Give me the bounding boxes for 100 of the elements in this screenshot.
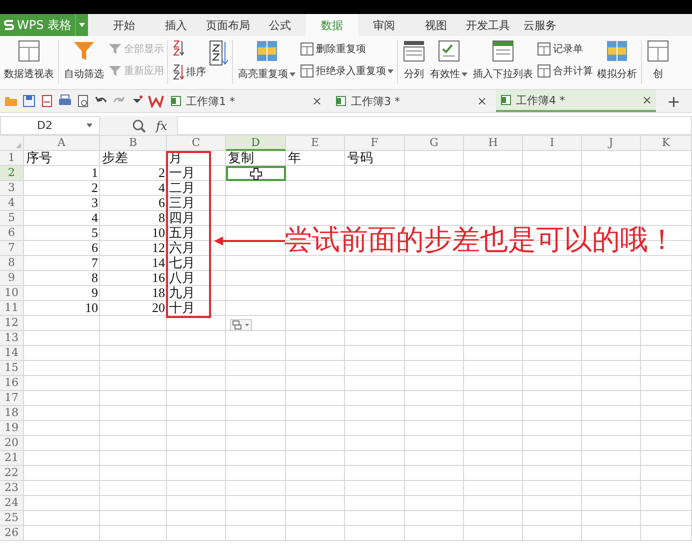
column-header[interactable]: D: [226, 136, 286, 151]
table-cell[interactable]: 2: [92, 181, 98, 195]
menu-tab[interactable]: 云服务: [514, 14, 566, 36]
selected-cell[interactable]: [226, 166, 286, 181]
row-header[interactable]: 24: [0, 496, 24, 511]
ribbon-button[interactable]: 分列: [402, 40, 426, 81]
row-header[interactable]: 10: [0, 286, 24, 301]
document-tab[interactable]: 工作簿4 * ×: [496, 90, 656, 112]
row-header[interactable]: 14: [0, 346, 24, 361]
row-header[interactable]: 21: [0, 451, 24, 466]
table-cell[interactable]: 八月: [169, 271, 195, 285]
row-header[interactable]: 1: [0, 151, 24, 166]
table-cell[interactable]: 7: [92, 256, 98, 270]
table-cell[interactable]: 五月: [169, 226, 195, 240]
preview-icon[interactable]: [76, 94, 90, 108]
name-box[interactable]: D2: [0, 116, 100, 135]
table-cell[interactable]: 步差: [102, 151, 128, 165]
column-header[interactable]: H: [464, 136, 523, 151]
row-header[interactable]: 13: [0, 331, 24, 346]
menu-tab[interactable]: 开始: [98, 14, 150, 36]
row-header[interactable]: 4: [0, 196, 24, 211]
column-header[interactable]: B: [100, 136, 167, 151]
table-cell[interactable]: 二月: [169, 181, 195, 195]
document-tab[interactable]: 工作簿1 * ×: [166, 90, 326, 112]
menu-tab[interactable]: 视图: [410, 14, 462, 36]
ribbon-button[interactable]: 数据透视表: [3, 40, 55, 81]
ribbon-button[interactable]: 插入下拉列表: [472, 40, 534, 81]
row-header[interactable]: 9: [0, 271, 24, 286]
table-cell[interactable]: 七月: [169, 256, 195, 270]
ribbon-button[interactable]: 高亮重复项: [237, 40, 297, 81]
table-cell[interactable]: 一月: [169, 166, 195, 180]
column-header[interactable]: F: [345, 136, 405, 151]
table-cell[interactable]: 8: [92, 271, 98, 285]
table-cell[interactable]: 三月: [169, 196, 195, 210]
menu-tab[interactable]: 插入: [150, 14, 202, 36]
table-cell[interactable]: 10: [85, 301, 98, 315]
table-cell[interactable]: 18: [152, 286, 165, 300]
row-header[interactable]: 25: [0, 511, 24, 526]
row-header[interactable]: 15: [0, 361, 24, 376]
close-tab-button[interactable]: ×: [312, 94, 322, 108]
ribbon-button[interactable]: 删除重复项: [300, 42, 394, 56]
table-cell[interactable]: 1: [92, 166, 98, 180]
table-cell[interactable]: 年: [288, 151, 301, 165]
table-cell[interactable]: 8: [158, 211, 165, 225]
table-cell[interactable]: 5: [92, 226, 98, 240]
table-cell[interactable]: 号码: [347, 151, 373, 165]
table-cell[interactable]: 序号: [26, 151, 52, 165]
row-header[interactable]: 19: [0, 421, 24, 436]
table-cell[interactable]: 九月: [169, 286, 195, 300]
menu-tab[interactable]: 开发工具: [462, 14, 514, 36]
document-tab[interactable]: 工作簿3 * ×: [331, 90, 491, 112]
table-cell[interactable]: 四月: [169, 211, 195, 225]
close-tab-button[interactable]: ×: [642, 93, 652, 107]
row-header[interactable]: 11: [0, 301, 24, 316]
zoom-icon[interactable]: [132, 118, 146, 132]
ribbon-button[interactable]: 自动筛选: [63, 40, 105, 81]
print-icon[interactable]: [58, 94, 72, 108]
ribbon-button[interactable]: 记录单: [537, 42, 593, 56]
column-header[interactable]: C: [167, 136, 226, 151]
table-cell[interactable]: 2: [158, 166, 165, 180]
row-header[interactable]: 22: [0, 466, 24, 481]
row-header[interactable]: 17: [0, 391, 24, 406]
table-cell[interactable]: 20: [152, 301, 165, 315]
row-header[interactable]: 2: [0, 166, 24, 181]
table-cell[interactable]: 16: [152, 271, 165, 285]
menu-tab[interactable]: 数据: [306, 14, 358, 36]
row-header[interactable]: 3: [0, 181, 24, 196]
row-header[interactable]: 7: [0, 241, 24, 256]
wps-logo-icon[interactable]: [148, 94, 164, 108]
row-header[interactable]: 20: [0, 436, 24, 451]
table-cell[interactable]: 4: [92, 211, 98, 225]
row-header[interactable]: 5: [0, 211, 24, 226]
ribbon-button[interactable]: 拒绝录入重复项: [300, 64, 394, 78]
new-tab-button[interactable]: +: [661, 90, 686, 112]
ribbon-button[interactable]: 合并计算: [537, 64, 593, 78]
column-header[interactable]: I: [523, 136, 582, 151]
row-header[interactable]: 6: [0, 226, 24, 241]
ribbon-button[interactable]: 创: [646, 40, 670, 81]
table-cell[interactable]: 十月: [169, 301, 195, 315]
table-cell[interactable]: 6: [158, 196, 165, 210]
save-icon[interactable]: [22, 94, 36, 108]
table-cell[interactable]: 3: [92, 196, 98, 210]
row-header[interactable]: 26: [0, 526, 24, 541]
insert-function-button[interactable]: fx: [156, 118, 168, 132]
column-header[interactable]: A: [24, 136, 100, 151]
ribbon-button[interactable]: 有效性: [429, 40, 469, 81]
table-cell[interactable]: 12: [152, 241, 165, 255]
row-header[interactable]: 12: [0, 316, 24, 331]
ribbon-button[interactable]: 排序: [172, 64, 206, 80]
table-cell[interactable]: 14: [152, 256, 165, 270]
table-cell[interactable]: 9: [92, 286, 98, 300]
row-header[interactable]: 8: [0, 256, 24, 271]
export-pdf-icon[interactable]: [40, 94, 54, 108]
paste-options-icon[interactable]: [230, 319, 252, 331]
column-header[interactable]: J: [582, 136, 641, 151]
ribbon-button[interactable]: 模拟分析: [596, 40, 638, 81]
menu-tab[interactable]: 页面布局: [202, 14, 254, 36]
table-cell[interactable]: 10: [152, 226, 165, 240]
row-header[interactable]: 18: [0, 406, 24, 421]
table-cell[interactable]: 4: [158, 181, 165, 195]
